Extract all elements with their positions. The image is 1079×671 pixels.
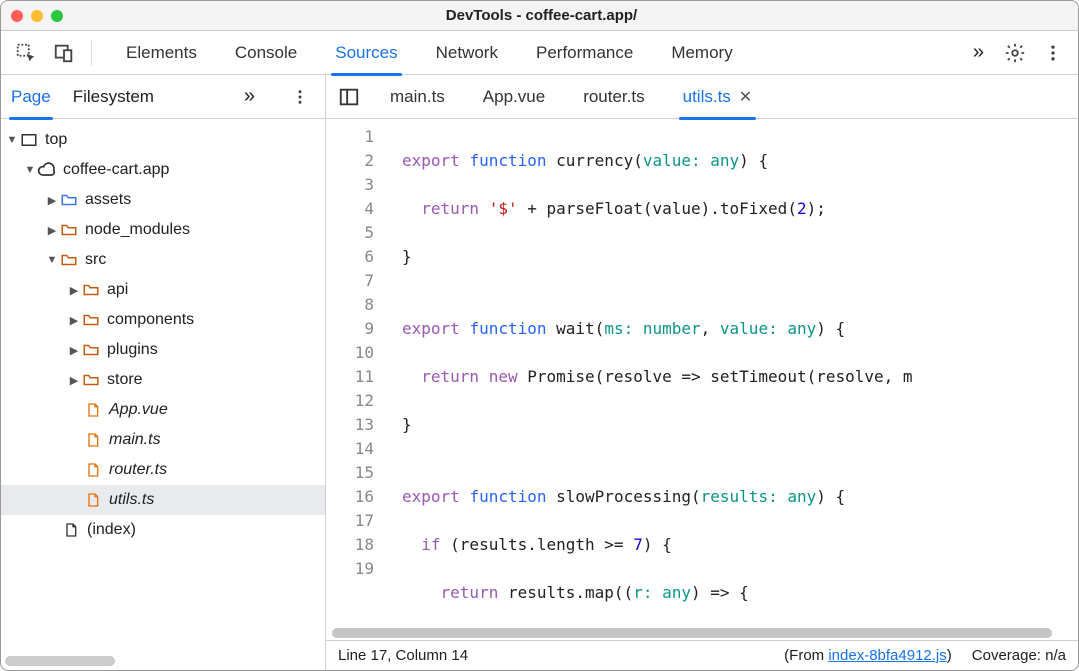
tree-node-file[interactable]: main.ts <box>1 425 325 455</box>
tree-node-folder[interactable]: ▼ src <box>1 245 325 275</box>
editor-scrollbar-horizontal[interactable] <box>326 626 1078 640</box>
tab-memory[interactable]: Memory <box>667 33 736 73</box>
folder-icon <box>59 190 79 210</box>
coverage-info: Coverage: n/a <box>972 647 1066 664</box>
chevron-down-icon: ▼ <box>45 254 59 266</box>
more-tabs-button[interactable]: » <box>963 41 994 64</box>
close-window-button[interactable] <box>11 10 23 22</box>
cursor-position: Line 17, Column 14 <box>338 647 468 664</box>
folder-icon <box>59 220 79 240</box>
tree-node-top[interactable]: ▼ top <box>1 125 325 155</box>
tree-label: node_modules <box>85 221 190 239</box>
tree-node-domain[interactable]: ▼ coffee-cart.app <box>1 155 325 185</box>
code-content[interactable]: export function currency(value: any) { r… <box>386 119 913 626</box>
navigator-tab-filesystem[interactable]: Filesystem <box>71 77 156 117</box>
navigator-sidebar: Page Filesystem » ▼ top ▼ coffee-cart.ap… <box>1 75 326 670</box>
folder-icon <box>81 370 101 390</box>
tree-label: top <box>45 131 67 149</box>
tree-node-file[interactable]: router.ts <box>1 455 325 485</box>
file-icon <box>83 490 103 510</box>
file-tab-app-vue[interactable]: App.vue <box>479 77 549 117</box>
inspect-element-icon[interactable] <box>9 36 43 70</box>
cloud-icon <box>37 160 57 180</box>
chevron-right-icon: ▶ <box>45 194 59 207</box>
main-toolbar: Elements Console Sources Network Perform… <box>1 31 1078 75</box>
code-editor[interactable]: 12345678910111213141516171819 export fun… <box>326 119 1078 626</box>
tree-label: components <box>107 311 194 329</box>
tab-sources[interactable]: Sources <box>331 33 401 73</box>
folder-icon <box>81 340 101 360</box>
line-number-gutter: 12345678910111213141516171819 <box>326 119 386 626</box>
source-map-info: (From index-8bfa4912.js) <box>784 647 952 664</box>
tree-node-folder[interactable]: ▶ plugins <box>1 335 325 365</box>
file-tab-label: App.vue <box>483 87 545 107</box>
tree-node-file-selected[interactable]: utils.ts <box>1 485 325 515</box>
tree-node-file[interactable]: (index) <box>1 515 325 545</box>
folder-icon <box>81 280 101 300</box>
close-tab-icon[interactable]: ✕ <box>739 87 752 107</box>
source-map-link[interactable]: index-8bfa4912.js <box>828 647 946 664</box>
file-tab-label: main.ts <box>390 87 445 107</box>
tree-label: src <box>85 251 106 269</box>
file-tabs: main.ts App.vue router.ts utils.ts ✕ <box>326 75 1078 119</box>
chevron-right-icon: ▶ <box>45 224 59 237</box>
toggle-navigator-icon[interactable] <box>332 80 366 114</box>
tab-performance[interactable]: Performance <box>532 33 637 73</box>
settings-icon[interactable] <box>998 36 1032 70</box>
tree-node-folder[interactable]: ▶ node_modules <box>1 215 325 245</box>
title-bar: DevTools - coffee-cart.app/ <box>1 1 1078 31</box>
tab-console[interactable]: Console <box>231 33 301 73</box>
file-tab-utils-ts[interactable]: utils.ts ✕ <box>679 77 757 117</box>
editor-pane: main.ts App.vue router.ts utils.ts ✕ 123… <box>326 75 1078 670</box>
tree-label: (index) <box>87 521 136 539</box>
tree-label: router.ts <box>109 461 167 479</box>
folder-icon <box>81 310 101 330</box>
tree-node-folder[interactable]: ▶ components <box>1 305 325 335</box>
tree-label: api <box>107 281 128 299</box>
file-icon <box>61 520 81 540</box>
navigator-more-button[interactable]: » <box>234 85 265 108</box>
tree-node-folder[interactable]: ▶ api <box>1 275 325 305</box>
tree-label: App.vue <box>109 401 168 419</box>
scrollbar-horizontal[interactable] <box>5 656 115 666</box>
file-tab-main-ts[interactable]: main.ts <box>386 77 449 117</box>
status-bar: Line 17, Column 14 (From index-8bfa4912.… <box>326 640 1078 670</box>
chevron-right-icon: ▶ <box>67 344 81 357</box>
tree-label: plugins <box>107 341 158 359</box>
kebab-menu-icon[interactable] <box>1036 36 1070 70</box>
tree-label: main.ts <box>109 431 161 449</box>
tree-node-folder[interactable]: ▶ store <box>1 365 325 395</box>
folder-open-icon <box>59 250 79 270</box>
tree-label: coffee-cart.app <box>63 161 169 179</box>
window-controls <box>11 10 63 22</box>
navigator-tab-page[interactable]: Page <box>9 77 53 117</box>
file-icon <box>83 460 103 480</box>
file-icon <box>83 400 103 420</box>
tab-network[interactable]: Network <box>432 33 502 73</box>
tree-label: assets <box>85 191 131 209</box>
frame-icon <box>19 130 39 150</box>
chevron-right-icon: ▶ <box>67 314 81 327</box>
tab-elements[interactable]: Elements <box>122 33 201 73</box>
tree-label: store <box>107 371 143 389</box>
chevron-down-icon: ▼ <box>23 164 37 176</box>
chevron-right-icon: ▶ <box>67 374 81 387</box>
chevron-down-icon: ▼ <box>5 134 19 146</box>
file-tab-router-ts[interactable]: router.ts <box>579 77 648 117</box>
device-toolbar-icon[interactable] <box>47 36 81 70</box>
file-icon <box>83 430 103 450</box>
chevron-right-icon: ▶ <box>67 284 81 297</box>
window-title: DevTools - coffee-cart.app/ <box>63 7 1020 24</box>
file-tree: ▼ top ▼ coffee-cart.app ▶ assets ▶ node_… <box>1 119 325 652</box>
file-tab-label: utils.ts <box>683 87 731 107</box>
minimize-window-button[interactable] <box>31 10 43 22</box>
fullscreen-window-button[interactable] <box>51 10 63 22</box>
tree-label: utils.ts <box>109 491 154 509</box>
tree-node-file[interactable]: App.vue <box>1 395 325 425</box>
navigator-tabs: Page Filesystem » <box>1 75 325 119</box>
tree-node-folder[interactable]: ▶ assets <box>1 185 325 215</box>
panel-tabs: Elements Console Sources Network Perform… <box>122 33 959 73</box>
navigator-kebab-icon[interactable] <box>283 80 317 114</box>
file-tab-label: router.ts <box>583 87 644 107</box>
